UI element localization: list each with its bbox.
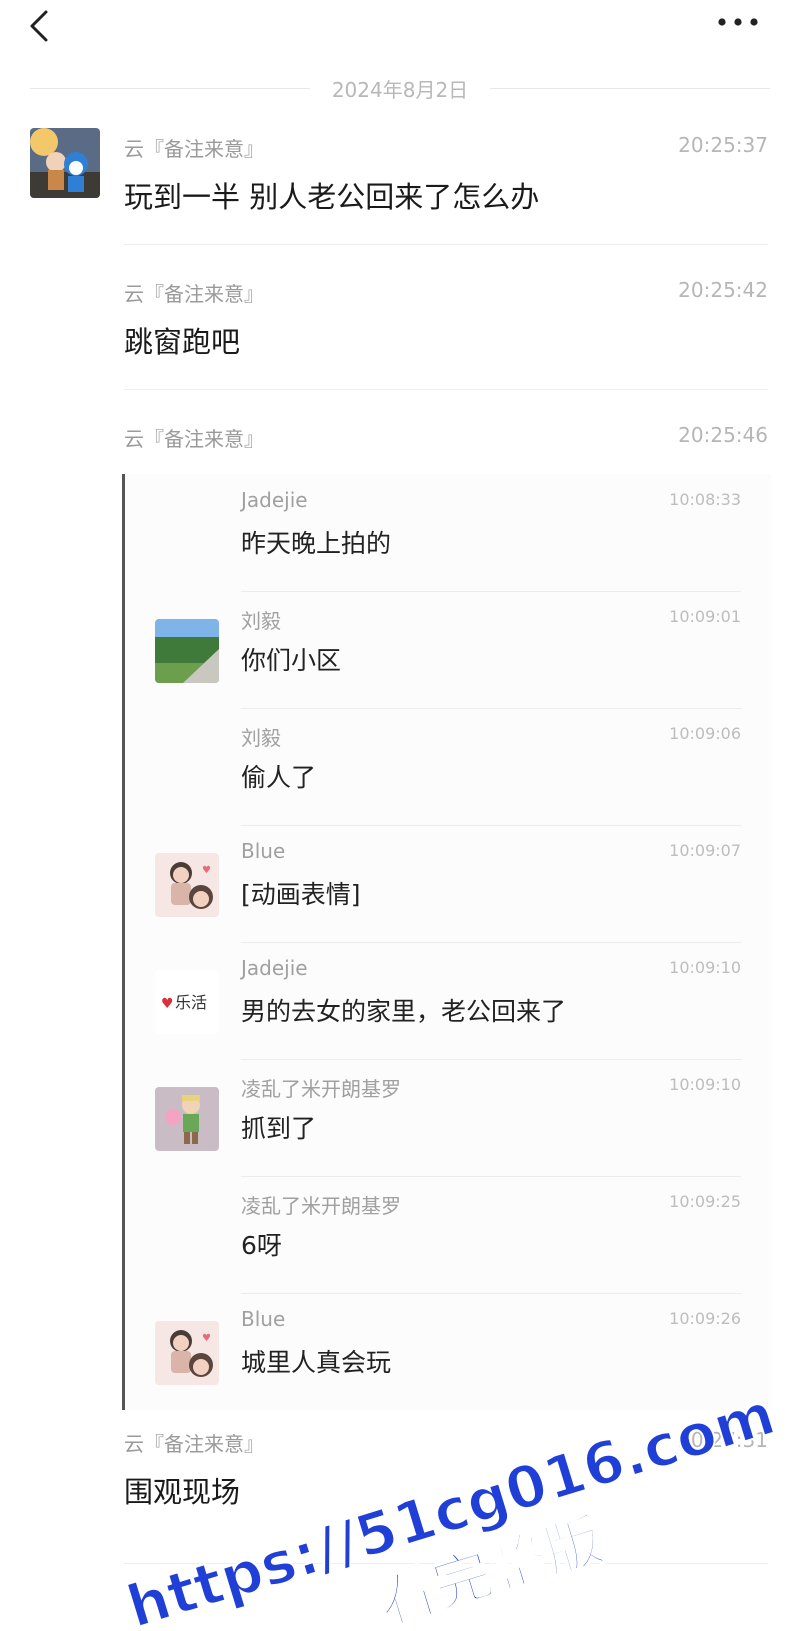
forwarded-text: [动画表情] — [241, 880, 361, 909]
date-separator: 2024年8月2日 — [30, 70, 771, 106]
avatar: ♥ 乐活 — [155, 970, 219, 1034]
forwarded-sender: 凌乱了米开朗基罗 — [241, 1077, 401, 1101]
forwarded-item: 刘毅 10:09:06 偷人了 — [125, 708, 771, 826]
divider — [30, 87, 310, 89]
divider — [124, 389, 768, 390]
date-label: 2024年8月2日 — [331, 77, 469, 102]
svg-text:♥: ♥ — [202, 865, 211, 876]
message-item[interactable]: 云『备注来意』 20:25:37 玩到一半 别人老公回来了怎么办 — [0, 128, 800, 248]
top-bar — [0, 0, 800, 60]
divider — [124, 244, 768, 245]
forwarded-time: 10:09:06 — [669, 724, 741, 743]
forwarded-text: 6呀 — [241, 1231, 282, 1260]
forwarded-text: 偷人了 — [241, 763, 317, 792]
forwarded-item: ♥ 乐活 Jadejie 10:09:10 男的去女的家里，老公回来了 — [125, 942, 771, 1060]
forwarded-sender: 刘毅 — [241, 609, 281, 633]
divider — [124, 1563, 768, 1564]
logo-text: 乐活 — [175, 993, 207, 1012]
forwarded-sender: Blue — [241, 1307, 286, 1331]
sender-name: 云『备注来意』 — [124, 1432, 264, 1456]
forwarded-item: Jadejie 10:08:33 昨天晚上拍的 — [125, 474, 771, 592]
message-text: 围观现场 — [124, 1475, 241, 1509]
forwarded-text: 昨天晚上拍的 — [241, 529, 392, 558]
chevron-left-icon[interactable] — [22, 6, 62, 46]
message-time: 20:27:31 — [678, 1428, 768, 1452]
message-item[interactable]: 云『备注来意』 20:25:46 — [0, 420, 800, 460]
forwarded-time: 10:09:26 — [669, 1309, 741, 1328]
forwarded-chat-record[interactable]: Jadejie 10:08:33 昨天晚上拍的 刘毅 10:09:01 你们小区… — [122, 474, 771, 1410]
forwarded-sender: Jadejie — [241, 488, 308, 512]
more-horizontal-icon[interactable] — [710, 4, 766, 36]
message-time: 20:25:37 — [678, 133, 768, 157]
svg-text:♥: ♥ — [202, 1333, 211, 1344]
svg-text:♥: ♥ — [161, 996, 174, 1012]
forwarded-sender: 凌乱了米开朗基罗 — [241, 1194, 401, 1218]
avatar — [155, 1087, 219, 1151]
forwarded-text: 你们小区 — [241, 646, 342, 675]
forwarded-text: 男的去女的家里，老公回来了 — [241, 997, 567, 1026]
forwarded-item: ♥ Blue 10:09:26 城里人真会玩 — [125, 1293, 771, 1411]
sender-name: 云『备注来意』 — [124, 427, 264, 451]
message-text: 跳窗跑吧 — [124, 325, 241, 359]
message-text: 玩到一半 别人老公回来了怎么办 — [124, 180, 540, 214]
forwarded-item: 刘毅 10:09:01 你们小区 — [125, 591, 771, 709]
forwarded-time: 10:09:07 — [669, 841, 741, 860]
avatar — [155, 619, 219, 683]
avatar[interactable] — [30, 128, 100, 198]
forwarded-sender: Blue — [241, 839, 286, 863]
forwarded-item: 凌乱了米开朗基罗 10:09:10 抓到了 — [125, 1059, 771, 1177]
forwarded-item: ♥ Blue 10:09:07 [动画表情] — [125, 825, 771, 943]
forwarded-text: 城里人真会玩 — [241, 1348, 392, 1377]
avatar: ♥ — [155, 1321, 219, 1385]
sender-name: 云『备注来意』 — [124, 282, 264, 306]
message-item[interactable]: 云『备注来意』 20:25:42 跳窗跑吧 — [0, 275, 800, 390]
forwarded-text: 抓到了 — [241, 1114, 317, 1143]
forwarded-sender: 刘毅 — [241, 726, 281, 750]
forwarded-time: 10:08:33 — [669, 490, 741, 509]
forwarded-time: 10:09:10 — [669, 958, 741, 977]
forwarded-item: 凌乱了米开朗基罗 10:09:25 6呀 — [125, 1176, 771, 1294]
forwarded-time: 10:09:01 — [669, 607, 741, 626]
forwarded-time: 10:09:10 — [669, 1075, 741, 1094]
message-item[interactable]: 云『备注来意』 20:27:31 围观现场 — [0, 1423, 800, 1573]
forwarded-time: 10:09:25 — [669, 1192, 741, 1211]
forwarded-sender: Jadejie — [241, 956, 308, 980]
sender-name: 云『备注来意』 — [124, 137, 264, 161]
avatar: ♥ — [155, 853, 219, 917]
divider — [490, 87, 771, 89]
message-time: 20:25:46 — [678, 423, 768, 447]
message-time: 20:25:42 — [678, 278, 768, 302]
